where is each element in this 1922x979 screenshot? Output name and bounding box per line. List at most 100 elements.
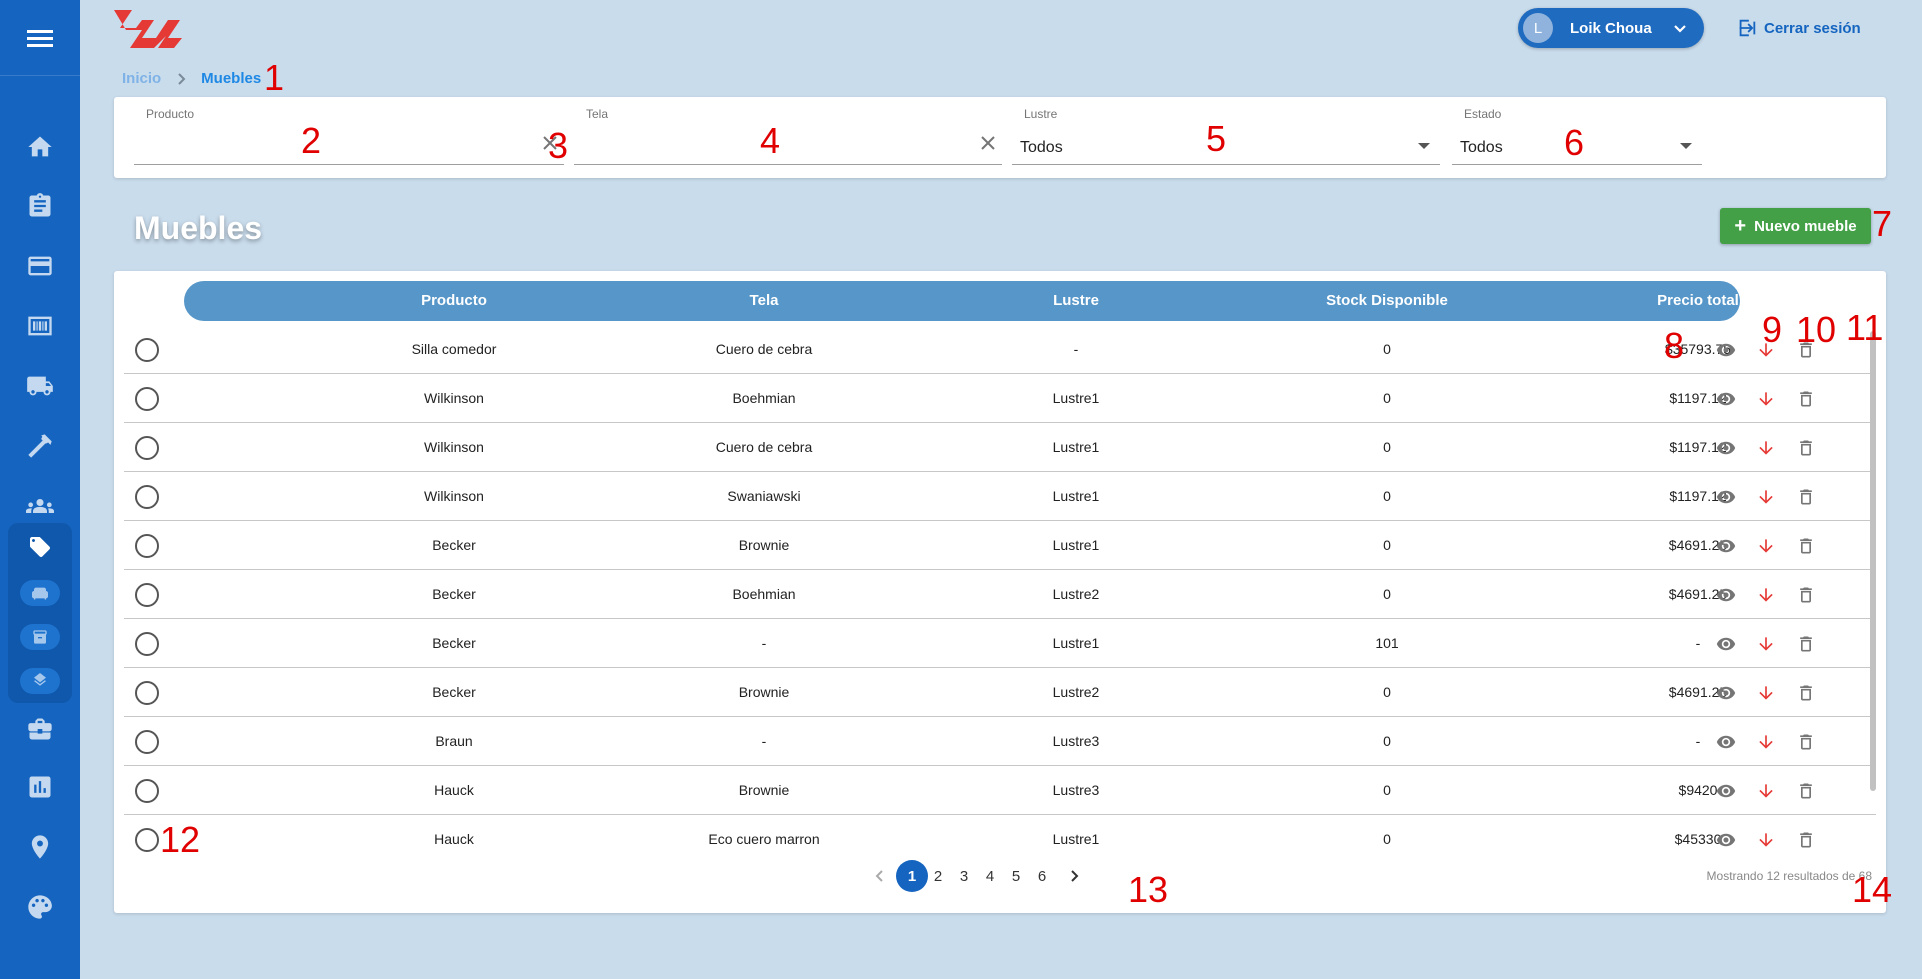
sidebar-item-shipping[interactable]: [0, 362, 80, 410]
filter-panel: Producto Tela Lustre Todos Estado Todos: [114, 97, 1886, 178]
table-row[interactable]: Becker Brownie Lustre1 0 $4691.25: [124, 521, 1876, 570]
view-button[interactable]: [1716, 781, 1736, 801]
layers-pill: [20, 668, 60, 694]
arrow-down-icon: [1759, 833, 1773, 847]
menu-button[interactable]: [0, 0, 80, 76]
row-select-radio[interactable]: [135, 338, 159, 362]
sidebar-item-reports[interactable]: [0, 763, 80, 811]
clipboard-icon: [29, 193, 51, 217]
trash-icon: [1800, 538, 1812, 554]
download-button[interactable]: [1756, 830, 1776, 850]
new-furniture-button[interactable]: + Nuevo mueble: [1720, 208, 1871, 244]
row-select-radio[interactable]: [135, 436, 159, 460]
breadcrumb-home[interactable]: Inicio: [122, 70, 161, 87]
delete-button[interactable]: [1796, 781, 1816, 801]
sidebar-item-orders[interactable]: [0, 182, 80, 230]
table-row[interactable]: Silla comedor Cuero de cebra -0 $35793.75: [124, 325, 1876, 374]
download-button[interactable]: [1756, 536, 1776, 556]
column-header[interactable]: Stock Disponible: [1237, 281, 1537, 321]
table-cell: 0: [1383, 390, 1391, 406]
download-button[interactable]: [1756, 634, 1776, 654]
view-button[interactable]: [1716, 340, 1736, 360]
delete-button[interactable]: [1796, 634, 1816, 654]
view-button[interactable]: [1716, 536, 1736, 556]
logout-button[interactable]: Cerrar sesión: [1736, 16, 1861, 40]
tela-field: Tela: [574, 103, 1002, 165]
download-button[interactable]: [1756, 732, 1776, 752]
delete-button[interactable]: [1796, 389, 1816, 409]
sidebar-item-products[interactable]: [8, 523, 72, 571]
view-button[interactable]: [1716, 438, 1736, 458]
chevron-left-icon: [875, 870, 883, 882]
sidebar-item-home[interactable]: [0, 123, 80, 171]
delete-button[interactable]: [1796, 683, 1816, 703]
table-cell: Cuero de cebra: [715, 341, 813, 357]
column-header[interactable]: Lustre: [926, 281, 1226, 321]
download-button[interactable]: [1756, 683, 1776, 703]
download-button[interactable]: [1756, 438, 1776, 458]
download-button[interactable]: [1756, 781, 1776, 801]
sidebar-item-work[interactable]: [0, 705, 80, 753]
table-row[interactable]: Wilkinson Swaniawski Lustre1 0 $1197.12: [124, 472, 1876, 521]
producto-input[interactable]: [142, 129, 508, 155]
delete-button[interactable]: [1796, 830, 1816, 850]
table-cell: Becker: [432, 635, 476, 651]
delete-button[interactable]: [1796, 536, 1816, 556]
download-button[interactable]: [1756, 585, 1776, 605]
view-button[interactable]: [1716, 732, 1736, 752]
row-select-radio[interactable]: [135, 730, 159, 754]
sidebar-item-locations[interactable]: [0, 823, 80, 871]
table-cell: Lustre2: [1052, 586, 1100, 602]
table-cell: -: [1073, 341, 1079, 357]
row-select-radio[interactable]: [135, 387, 159, 411]
sidebar-item-barcode[interactable]: [0, 302, 80, 350]
table-row[interactable]: Wilkinson Cuero de cebra Lustre1 0 $1197.12: [124, 423, 1876, 472]
prev-page-button[interactable]: [864, 860, 896, 892]
sidebar-subitem-boxes[interactable]: [8, 615, 72, 659]
view-button[interactable]: [1716, 389, 1736, 409]
sidebar-item-colors[interactable]: [0, 883, 80, 931]
table-row[interactable]: Becker Boehmian Lustre2 0 $4691.25: [124, 570, 1876, 619]
sidebar-subitem-furniture[interactable]: [8, 571, 72, 615]
delete-button[interactable]: [1796, 585, 1816, 605]
table-row[interactable]: Hauck Eco cuero marron Lustre1 0 $45330: [124, 815, 1876, 864]
row-select-radio[interactable]: [135, 534, 159, 558]
view-button[interactable]: [1716, 683, 1736, 703]
sidebar-subitem-layers[interactable]: [8, 659, 72, 703]
sidebar-item-payments[interactable]: [0, 242, 80, 290]
row-select-radio[interactable]: [135, 485, 159, 509]
column-header[interactable]: Tela: [614, 281, 914, 321]
row-select-radio[interactable]: [135, 779, 159, 803]
table-row[interactable]: Becker Brownie Lustre2 0 $4691.25: [124, 668, 1876, 717]
view-button[interactable]: [1716, 487, 1736, 507]
table-cell: Brownie: [738, 782, 790, 798]
view-button[interactable]: [1716, 634, 1736, 654]
scrollbar[interactable]: [1870, 331, 1876, 791]
user-menu[interactable]: L Loik Choua: [1518, 8, 1704, 48]
table-row[interactable]: Braun - Lustre3 0-: [124, 717, 1876, 766]
chevron-right-icon: [1071, 870, 1079, 882]
table-row[interactable]: Becker - Lustre1 101-: [124, 619, 1876, 668]
eye-icon: [1716, 539, 1736, 553]
row-select-radio[interactable]: [135, 681, 159, 705]
clear-tela-icon[interactable]: [978, 133, 998, 153]
next-page-button[interactable]: [1058, 860, 1090, 892]
row-select-radio[interactable]: [135, 632, 159, 656]
page-button[interactable]: 6: [1026, 860, 1058, 892]
row-select-radio[interactable]: [135, 583, 159, 607]
table-row[interactable]: Wilkinson Boehmian Lustre1 0 $1197.12: [124, 374, 1876, 423]
view-button[interactable]: [1716, 830, 1736, 850]
download-button[interactable]: [1756, 389, 1776, 409]
delete-button[interactable]: [1796, 487, 1816, 507]
row-select-radio[interactable]: [135, 828, 159, 852]
tag-icon: [30, 537, 50, 557]
download-button[interactable]: [1756, 487, 1776, 507]
delete-button[interactable]: [1796, 732, 1816, 752]
annotation-label: 12: [160, 819, 201, 860]
view-button[interactable]: [1716, 585, 1736, 605]
sidebar-item-tools[interactable]: [0, 422, 80, 470]
trash-icon: [1800, 734, 1812, 750]
table-row[interactable]: Hauck Brownie Lustre3 0 $9420: [124, 766, 1876, 815]
column-header[interactable]: Producto: [304, 281, 604, 321]
delete-button[interactable]: [1796, 438, 1816, 458]
